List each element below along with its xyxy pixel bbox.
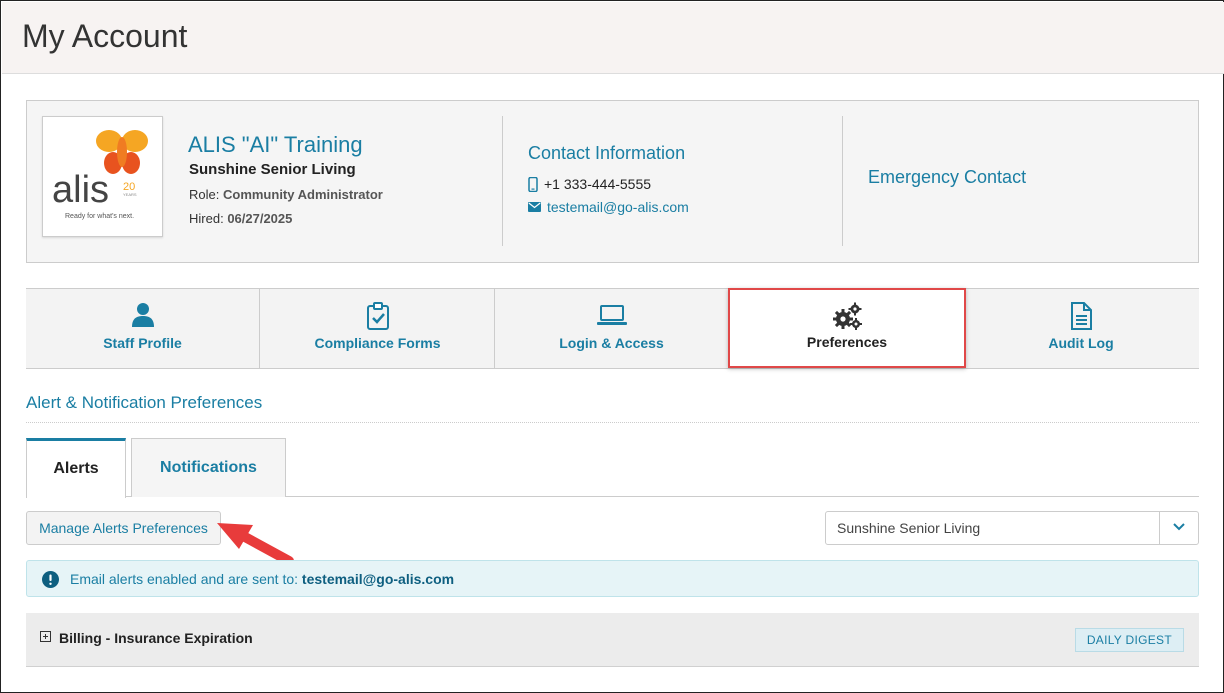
- tab-label: Staff Profile: [103, 335, 182, 351]
- page-header: My Account: [2, 2, 1224, 74]
- subtab-alerts[interactable]: Alerts: [26, 438, 126, 498]
- email-link[interactable]: testemail@go-alis.com: [547, 199, 689, 215]
- expand-plus-icon[interactable]: [40, 631, 51, 642]
- email-line[interactable]: testemail@go-alis.com: [528, 199, 689, 215]
- emergency-contact-title[interactable]: Emergency Contact: [868, 167, 1026, 188]
- community-select[interactable]: Sunshine Senior Living: [825, 511, 1199, 545]
- hired-value: 06/27/2025: [227, 211, 293, 226]
- alert-email: testemail@go-alis.com: [301, 571, 455, 587]
- tab-label: Audit Log: [1048, 335, 1114, 351]
- preference-subtabs: Alerts Notifications: [26, 438, 1199, 498]
- info-exclamation-icon: [42, 571, 59, 588]
- tab-label: Compliance Forms: [314, 335, 441, 351]
- tab-preferences-highlight[interactable]: Preferences: [728, 288, 966, 368]
- user-icon: [131, 303, 154, 327]
- logo-badge-word: YEARS: [123, 192, 137, 197]
- profile-card: alis 20 YEARS Ready for what's next. ALI…: [26, 100, 1199, 263]
- email-alert-info: Email alerts enabled and are sent to: te…: [26, 560, 1199, 597]
- alert-row-billing[interactable]: Billing - Insurance Expiration DAILY DIG…: [26, 613, 1199, 667]
- tab-label: Preferences: [806, 334, 888, 350]
- tab-login-access[interactable]: Login & Access: [495, 289, 729, 368]
- contact-info-title: Contact Information: [528, 143, 686, 163]
- frequency-badge: DAILY DIGEST: [1074, 628, 1184, 652]
- mobile-phone-icon: [528, 176, 538, 192]
- manage-alerts-preferences-button[interactable]: Manage Alerts Preferences: [26, 511, 221, 545]
- facility-name: Sunshine Senior Living: [189, 161, 356, 178]
- role-line: Role: Community Administrator: [189, 187, 383, 202]
- svg-text:alis: alis: [52, 169, 109, 211]
- laptop-icon: [596, 305, 627, 325]
- role-value: Community Administrator: [222, 187, 383, 202]
- tab-label: Login & Access: [559, 335, 664, 351]
- company-logo: alis 20 YEARS Ready for what's next.: [42, 116, 163, 237]
- tab-staff-profile[interactable]: Staff Profile: [26, 289, 260, 368]
- hired-label: Hired:: [189, 211, 224, 226]
- subtab-notifications[interactable]: Notifications: [131, 438, 286, 497]
- alert-text: Email alerts enabled and are sent to: te…: [70, 571, 454, 587]
- staff-name: ALIS "AI" Training: [188, 132, 363, 157]
- alert-row-label: Billing - Insurance Expiration: [59, 630, 253, 646]
- app-window: My Account alis 20 YEARS Ready for what'…: [0, 0, 1224, 693]
- divider: [842, 116, 843, 246]
- chevron-down-icon: [1173, 523, 1185, 531]
- clipboard-check-icon: [366, 302, 389, 330]
- alert-message: Email alerts enabled and are sent to:: [70, 571, 299, 587]
- document-icon: [1071, 302, 1092, 330]
- account-tabbar: Staff Profile Compliance Forms Login & A…: [26, 288, 1199, 369]
- hired-line: Hired: 06/27/2025: [189, 211, 292, 226]
- divider: [502, 116, 503, 246]
- select-dropdown-button[interactable]: [1159, 512, 1198, 544]
- section-title: Alert & Notification Preferences: [26, 393, 263, 412]
- phone-line: +1 333-444-5555: [528, 176, 651, 192]
- community-select-value: Sunshine Senior Living: [837, 520, 981, 536]
- logo-tagline: Ready for what's next.: [65, 213, 135, 220]
- phone-number: +1 333-444-5555: [544, 176, 652, 192]
- tab-compliance-forms[interactable]: Compliance Forms: [261, 289, 495, 368]
- envelope-icon: [528, 202, 541, 212]
- page-title: My Account: [22, 18, 188, 54]
- gears-icon: [833, 302, 862, 330]
- section-divider: [26, 422, 1199, 423]
- tab-audit-log[interactable]: Audit Log: [964, 289, 1198, 368]
- role-label: Role:: [189, 187, 220, 202]
